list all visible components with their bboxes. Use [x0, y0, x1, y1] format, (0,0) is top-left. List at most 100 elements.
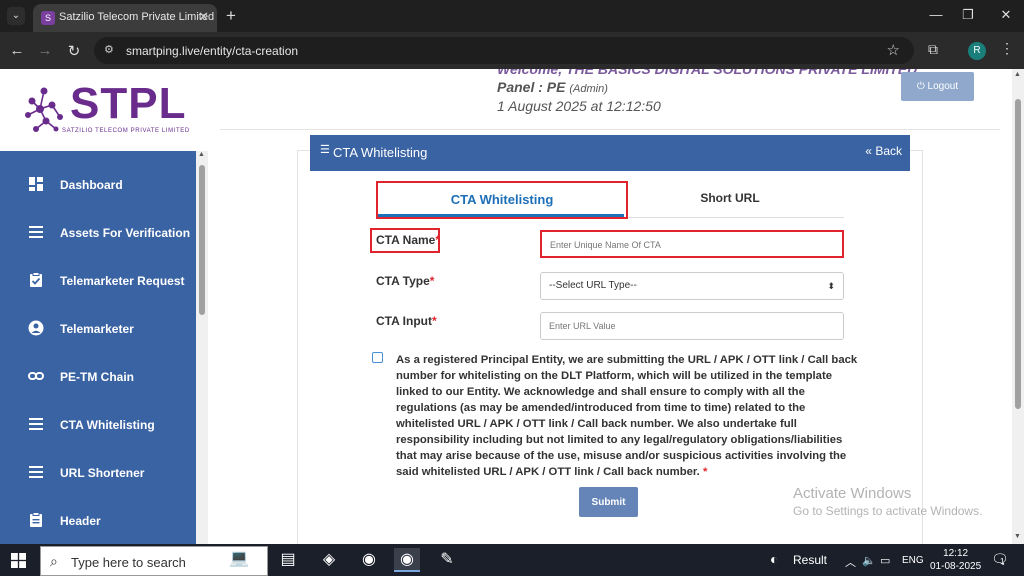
favicon-icon: S: [41, 11, 55, 25]
sidebar-item-label: URL Shortener: [60, 466, 145, 480]
url-text: smartping.live/entity/cta-creation: [126, 44, 299, 58]
double-chevron-left-icon: «: [865, 144, 872, 158]
paint-app-icon[interactable]: ✎: [434, 548, 460, 572]
clock-time: 12:12: [943, 548, 969, 559]
cta-input-label: CTA Input*: [376, 314, 437, 328]
sidebar-item-label: Telemarketer: [60, 322, 134, 336]
list-icon: [29, 466, 43, 478]
web-page: STPL SATZILIO TELECOM PRIVATE LIMITED We…: [0, 69, 1012, 544]
clipboard-check-icon: [30, 272, 42, 287]
power-icon: ⏻: [916, 81, 928, 92]
card-header: ☰ CTA Whitelisting « Back: [310, 135, 910, 171]
search-icon: ⌕: [50, 553, 58, 569]
datetime-text: 1 August 2025 at 12:12:50: [497, 98, 661, 114]
new-tab-button[interactable]: +: [226, 6, 236, 26]
panel-label: Panel : PE (Admin): [497, 79, 608, 95]
sidebar-item-dashboard[interactable]: Dashboard: [0, 161, 196, 209]
site-info-icon[interactable]: ⚙: [104, 43, 114, 56]
windows-taskbar: ⌕ Type here to search 💻 ▤ ◈ ◉ ◉ ✎ ◐ Resu…: [0, 544, 1024, 576]
taskbar-search-placeholder: Type here to search: [71, 555, 186, 570]
sidebar-item-label: CTA Whitelisting: [60, 418, 155, 432]
tab-search-button[interactable]: ⌄: [7, 7, 25, 25]
required-mark: *: [431, 314, 437, 328]
browser-tab[interactable]: S Satzilio Telecom Private Limited ✕: [33, 4, 217, 32]
page-scrollbar[interactable]: ▲ ▼: [1012, 69, 1024, 544]
role-text: (Admin): [569, 83, 608, 95]
back-nav-button[interactable]: ←: [8, 42, 26, 59]
link-icon: [28, 372, 44, 380]
back-label: Back: [875, 144, 902, 158]
clipboard-icon: [30, 512, 42, 527]
notification-count: 1: [1000, 557, 1005, 566]
scroll-down-arrow-icon[interactable]: ▼: [1014, 533, 1021, 540]
chrome-profile-active-icon[interactable]: ◉: [394, 548, 420, 572]
declaration-checkbox[interactable]: [372, 352, 383, 363]
search-highlight-illustration-icon[interactable]: 💻: [218, 547, 260, 571]
menu-lines-icon: ☰: [320, 144, 330, 156]
sidebar-item-cta-whitelisting[interactable]: CTA Whitelisting: [0, 401, 196, 449]
browser-toolbar: ← → ↻ ⚙ smartping.live/entity/cta-creati…: [0, 32, 1024, 69]
sidebar-scrollbar[interactable]: ▲: [196, 151, 208, 544]
sidebar-item-label: Telemarketer Request: [60, 274, 185, 288]
reload-button[interactable]: ↻: [65, 42, 83, 60]
weather-icon[interactable]: ◐: [770, 551, 778, 567]
active-tab-indicator: [378, 214, 624, 217]
copilot-icon[interactable]: ◈: [316, 548, 342, 572]
minimize-button[interactable]: —: [926, 7, 946, 22]
sidebar-item-pe-tm-chain[interactable]: PE-TM Chain: [0, 353, 196, 401]
sidebar-scroll-thumb[interactable]: [199, 165, 205, 315]
cta-name-label-text: CTA Name: [376, 233, 436, 247]
extensions-icon[interactable]: ⧉: [928, 41, 938, 58]
back-link[interactable]: « Back: [865, 144, 902, 158]
forward-nav-button[interactable]: →: [36, 42, 54, 59]
user-circle-icon: [28, 320, 44, 336]
tab-title: Satzilio Telecom Private Limited: [59, 11, 215, 23]
task-view-icon[interactable]: ▤: [275, 548, 301, 572]
declaration-body: As a registered Principal Entity, we are…: [396, 354, 858, 478]
sidebar-item-label: Assets For Verification: [60, 226, 191, 240]
language-indicator[interactable]: ENG: [902, 555, 924, 566]
chrome-icon[interactable]: ◉: [356, 548, 382, 572]
required-mark: *: [435, 233, 441, 247]
sidebar: Dashboard Assets For Verification Telema…: [0, 151, 196, 544]
bookmark-star-icon[interactable]: ☆: [887, 41, 900, 59]
sidebar-item-label: Header: [60, 514, 101, 528]
required-mark: *: [702, 466, 708, 478]
sidebar-item-url-shortener[interactable]: URL Shortener: [0, 449, 196, 497]
sidebar-item-assets-for-verification[interactable]: Assets For Verification: [0, 209, 196, 257]
logo[interactable]: STPL SATZILIO TELECOM PRIVATE LIMITED: [0, 69, 196, 151]
sidebar-item-header[interactable]: Header: [0, 497, 196, 544]
cta-name-input[interactable]: Enter Unique Name Of CTA: [540, 230, 844, 258]
sidebar-item-label: Dashboard: [60, 178, 123, 192]
close-window-button[interactable]: ✕: [996, 7, 1016, 23]
scroll-up-arrow-icon[interactable]: ▲: [198, 151, 205, 158]
logout-button[interactable]: ⏻ Logout: [901, 72, 974, 101]
scroll-up-arrow-icon[interactable]: ▲: [1014, 71, 1021, 78]
tab-short-url[interactable]: Short URL: [640, 191, 820, 205]
windows-start-icon[interactable]: [11, 553, 26, 568]
network-icon[interactable]: ▭: [880, 554, 890, 567]
list-icon: [29, 418, 43, 430]
cta-type-select[interactable]: --Select URL Type-- ⬍: [540, 272, 844, 300]
close-tab-icon[interactable]: ✕: [198, 9, 209, 25]
volume-icon[interactable]: 🔈: [862, 554, 876, 567]
activate-windows-title: Activate Windows: [793, 485, 912, 502]
profile-avatar[interactable]: R: [968, 42, 986, 60]
logo-subtitle: SATZILIO TELECOM PRIVATE LIMITED: [62, 128, 190, 134]
tray-chevron-icon[interactable]: ︿: [845, 554, 856, 570]
weather-text[interactable]: Result: [793, 553, 827, 567]
updown-arrow-icon: ⬍: [827, 281, 835, 291]
sidebar-item-telemarketer-request[interactable]: Telemarketer Request: [0, 257, 196, 305]
cta-input-field[interactable]: Enter URL Value: [540, 312, 844, 340]
submit-button[interactable]: Submit: [579, 487, 638, 517]
sidebar-item-telemarketer[interactable]: Telemarketer: [0, 305, 196, 353]
page-scroll-thumb[interactable]: [1015, 99, 1021, 409]
logo-mark-icon: [25, 87, 63, 132]
address-bar[interactable]: ⚙ smartping.live/entity/cta-creation ☆: [94, 37, 914, 64]
cta-type-selected: --Select URL Type--: [549, 280, 637, 291]
browser-menu-icon[interactable]: ⋮: [1000, 40, 1014, 57]
cta-input-label-text: CTA Input: [376, 314, 432, 328]
restore-button[interactable]: ❐: [958, 7, 978, 23]
clock[interactable]: 12:12 01-08-2025: [930, 547, 981, 573]
header-divider: [220, 129, 1000, 130]
